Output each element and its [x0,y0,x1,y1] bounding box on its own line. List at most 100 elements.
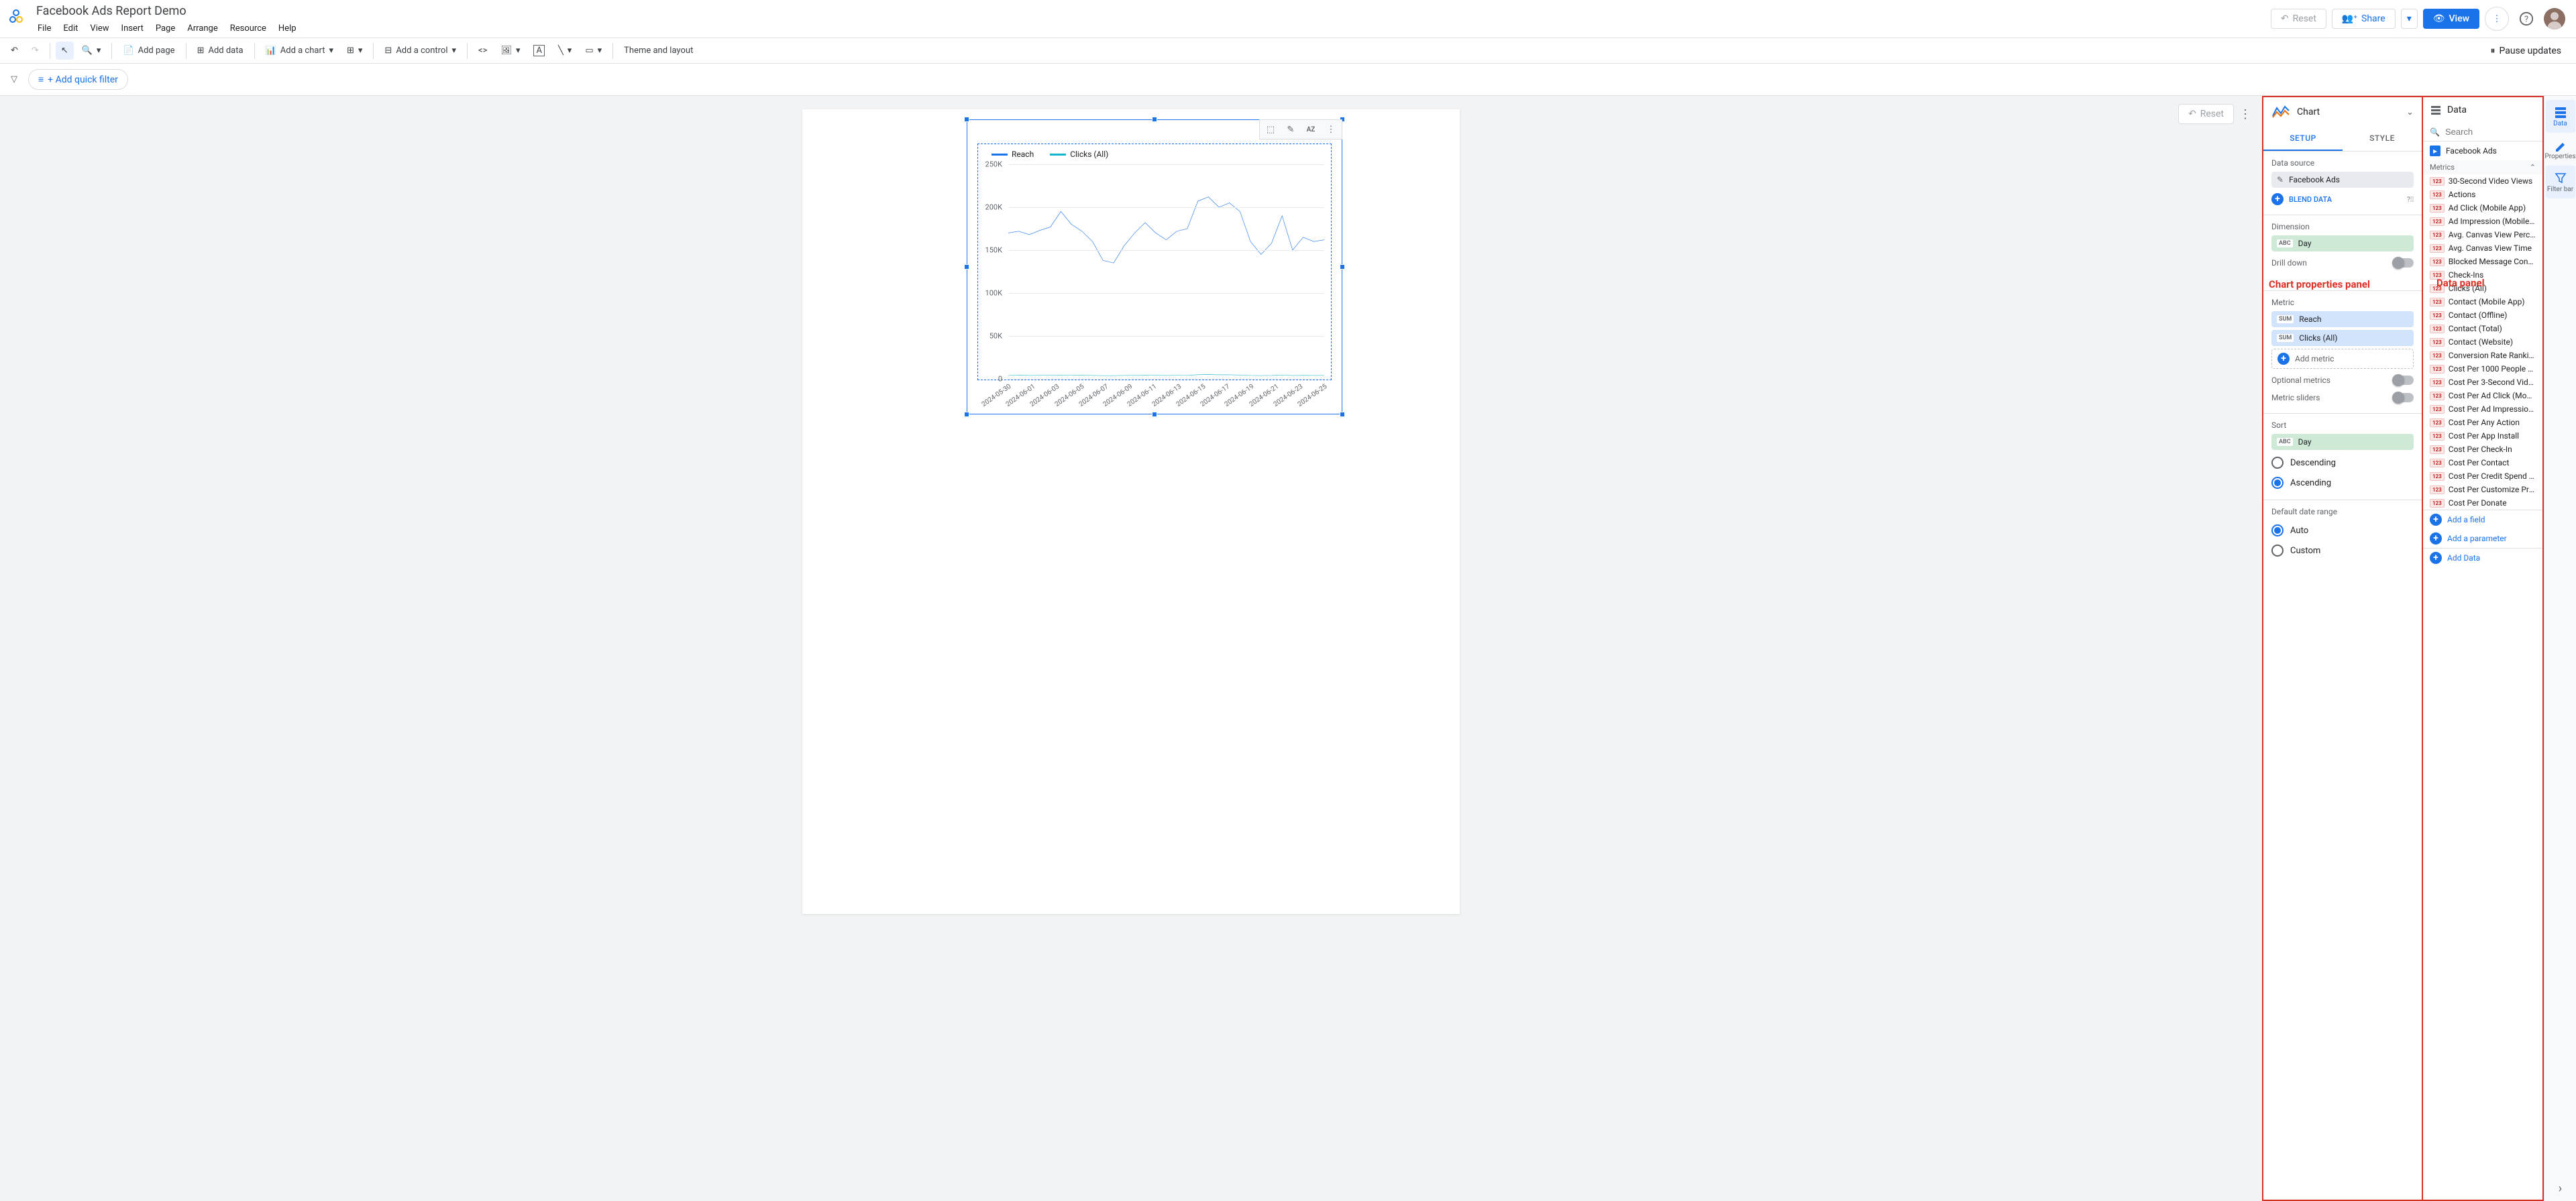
chart-time-series[interactable]: ⬚ ✎ AZ ⋮ Reach Clicks (All) [967,119,1342,414]
chart-sort-icon[interactable]: AZ [1301,121,1320,137]
menu-edit[interactable]: Edit [58,21,83,36]
undo-button[interactable]: ↶ [5,42,23,60]
data-source-item[interactable]: ▸ Facebook Ads [2423,141,2542,160]
rail-data[interactable]: Data [2546,100,2575,133]
metric-item[interactable]: 123Actions [2423,188,2542,201]
menu-page[interactable]: Page [150,21,180,36]
resize-handle[interactable] [964,264,969,270]
date-auto-radio[interactable]: Auto [2271,520,2414,540]
filter-icon[interactable]: ▽ [8,74,20,84]
add-field-button[interactable]: + Add a field [2423,510,2542,529]
canvas[interactable]: ↶ Reset ⋮ ⬚ ✎ AZ ⋮ [0,96,2262,1201]
date-custom-radio[interactable]: Custom [2271,540,2414,561]
data-search-input[interactable] [2445,127,2544,137]
add-data-button[interactable]: ⊞Add data [192,42,249,60]
resize-handle[interactable] [964,412,969,417]
view-button[interactable]: 👁 View [2423,9,2479,29]
select-tool[interactable]: ↖ [56,42,74,60]
community-viz-button[interactable]: ⊞ ▾ [341,42,368,60]
resize-handle[interactable] [1340,264,1345,270]
metric-item[interactable]: 123Cost Per Contact [2423,456,2542,469]
help-icon[interactable]: ?⃝ [2407,195,2414,204]
metric-item[interactable]: 123Cost Per Any Action [2423,416,2542,429]
add-metric-button[interactable]: + Add metric [2271,349,2414,369]
data-source-chip[interactable]: ✎ Facebook Ads [2271,172,2414,188]
sort-ascending-radio[interactable]: Ascending [2271,473,2414,493]
sort-descending-radio[interactable]: Descending [2271,453,2414,473]
image-button[interactable]: 🖼 ▾ [495,42,525,60]
metric-item[interactable]: 123Contact (Total) [2423,322,2542,335]
metric-item[interactable]: 123Blocked Message Conversations [2423,255,2542,268]
metric-item[interactable]: 123Cost Per 1000 People Reached [2423,362,2542,376]
canvas-reset-button[interactable]: ↶ Reset [2178,104,2234,124]
tab-setup[interactable]: SETUP [2263,127,2343,151]
help-button[interactable]: ? [2514,7,2538,31]
user-avatar[interactable] [2544,8,2565,30]
menu-view[interactable]: View [85,21,114,36]
chart-select-area-icon[interactable]: ⬚ [1261,121,1280,137]
chart-edit-icon[interactable]: ✎ [1281,121,1300,137]
add-parameter-button[interactable]: + Add a parameter [2423,529,2542,548]
menu-resource[interactable]: Resource [225,21,272,36]
doc-title[interactable]: Facebook Ads Report Demo [32,3,2265,19]
rail-properties[interactable]: Properties [2546,133,2575,166]
metric-item[interactable]: 123Avg. Canvas View Percentage [2423,228,2542,241]
menu-help[interactable]: Help [273,21,302,36]
menu-arrange[interactable]: Arrange [182,21,223,36]
metric-item[interactable]: 123Contact (Offline) [2423,308,2542,322]
resize-handle[interactable] [1152,117,1157,122]
rail-expand[interactable]: › [2546,1176,2575,1201]
metric-item[interactable]: 123Contact (Website) [2423,335,2542,349]
dimension-chip[interactable]: ABC Day [2271,235,2414,251]
chart-more-icon[interactable]: ⋮ [1322,121,1340,137]
metric-item[interactable]: 123Ad Impression (Mobile App) [2423,215,2542,228]
optional-metrics-toggle[interactable] [2394,376,2414,385]
shape-button[interactable]: ▭ ▾ [580,42,607,60]
metric-item[interactable]: 123Conversion Rate Ranking [2423,349,2542,362]
metric-item[interactable]: 123Contact (Mobile App) [2423,295,2542,308]
add-data-button[interactable]: + Add Data [2423,548,2542,567]
metric-sliders-toggle[interactable] [2394,393,2414,402]
canvas-more-icon[interactable]: ⋮ [2239,107,2251,121]
theme-button[interactable]: Theme and layout [619,42,698,60]
rail-filter-bar[interactable]: Filter bar [2546,166,2575,198]
metric-item[interactable]: 123Cost Per App Install [2423,429,2542,443]
add-quick-filter-button[interactable]: ≡ + Add quick filter [28,69,128,90]
sort-field-chip[interactable]: ABC Day [2271,434,2414,450]
metric-item[interactable]: 123Cost Per Credit Spend Action [2423,469,2542,483]
drill-down-toggle[interactable] [2394,258,2414,268]
metric-item[interactable]: 123Avg. Canvas View Time [2423,241,2542,255]
share-button[interactable]: 👥⁺ Share [2332,9,2396,29]
metric-item[interactable]: 123Cost Per Check-In [2423,443,2542,456]
resize-handle[interactable] [1152,412,1157,417]
metric-item[interactable]: 123Cost Per Customize Product [2423,483,2542,496]
metric-item[interactable]: 123Cost Per Ad Impression (Mobile... [2423,402,2542,416]
app-logo[interactable] [5,5,27,27]
redo-button[interactable]: ↷ [26,42,44,60]
more-options-button[interactable]: ⋮ [2485,7,2509,31]
reset-button[interactable]: ↶ Reset [2271,9,2326,29]
metric-item[interactable]: 123Cost Per Donate [2423,496,2542,510]
collapse-icon[interactable]: ⌃ [2530,163,2536,172]
add-chart-button[interactable]: 📊Add a chart ▾ [260,42,339,60]
metric-item[interactable]: 12330-Second Video Views [2423,174,2542,188]
chart-type-selector[interactable]: Chart ⌄ [2263,97,2422,127]
metric-item[interactable]: 123Ad Click (Mobile App) [2423,201,2542,215]
resize-handle[interactable] [964,117,969,122]
text-button[interactable]: A [528,41,549,60]
menu-insert[interactable]: Insert [116,21,149,36]
add-page-button[interactable]: 📄Add page [117,42,180,60]
embed-button[interactable]: <> [473,42,492,60]
tab-style[interactable]: STYLE [2343,127,2422,151]
blend-data-button[interactable]: + BLEND DATA ?⃝ [2271,190,2414,208]
pause-updates-button[interactable]: ⏸ Pause updates [2481,42,2571,60]
zoom-tool[interactable]: 🔍 ▾ [76,42,107,60]
add-control-button[interactable]: ⊟Add a control ▾ [379,42,462,60]
metric-reach-chip[interactable]: SUM Reach [2271,311,2414,327]
menu-file[interactable]: File [32,21,56,36]
metric-item[interactable]: 123Cost Per Ad Click (Mobile App) [2423,389,2542,402]
resize-handle[interactable] [1340,412,1345,417]
metric-clicks-chip[interactable]: SUM Clicks (All) [2271,330,2414,346]
line-button[interactable]: ╲ ▾ [553,42,577,60]
share-dropdown[interactable]: ▾ [2401,9,2418,29]
